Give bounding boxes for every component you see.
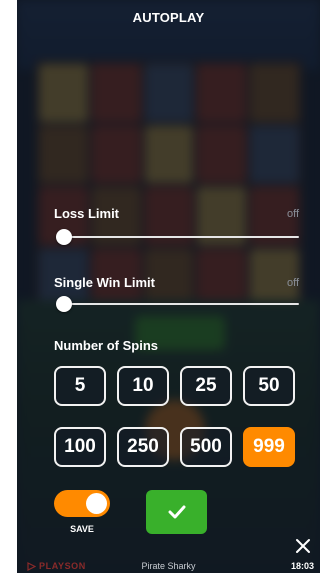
- spins-option-5[interactable]: 5: [54, 366, 106, 406]
- spins-option-999[interactable]: 999: [243, 427, 295, 467]
- save-toggle-knob: [86, 493, 107, 514]
- autoplay-screen: AUTOPLAY Loss Limit off Single Win Limit…: [0, 0, 334, 573]
- save-label: SAVE: [70, 524, 94, 534]
- loss-limit-slider-track[interactable]: [63, 236, 299, 238]
- spins-option-250[interactable]: 250: [117, 427, 169, 467]
- spins-option-50[interactable]: 50: [243, 366, 295, 406]
- page-title: AUTOPLAY: [132, 10, 205, 25]
- close-button[interactable]: [293, 536, 313, 556]
- spins-option-25[interactable]: 25: [180, 366, 232, 406]
- loss-limit-status: off: [286, 208, 299, 220]
- save-toggle[interactable]: [54, 490, 110, 517]
- loss-limit-label: Loss Limit: [54, 206, 120, 221]
- single-win-limit-status: off: [286, 277, 299, 289]
- clock: 18:03: [290, 561, 314, 571]
- loss-limit-slider-thumb[interactable]: [56, 229, 72, 245]
- spins-option-500[interactable]: 500: [180, 427, 232, 467]
- number-of-spins-label: Number of Spins: [54, 338, 159, 353]
- spins-option-10[interactable]: 10: [117, 366, 169, 406]
- single-win-limit-slider-track[interactable]: [63, 303, 299, 305]
- single-win-limit-slider-thumb[interactable]: [56, 296, 72, 312]
- game-name: Pirate Sharky: [141, 561, 196, 571]
- single-win-limit-label: Single Win Limit: [54, 275, 155, 290]
- game-stage: AUTOPLAY Loss Limit off Single Win Limit…: [17, 0, 320, 573]
- spins-option-100[interactable]: 100: [54, 427, 106, 467]
- checkmark-icon: [168, 505, 185, 519]
- confirm-button[interactable]: [146, 490, 207, 534]
- close-icon: [296, 539, 310, 553]
- footer-bar: PLAYSON Pirate Sharky 18:03: [17, 559, 320, 573]
